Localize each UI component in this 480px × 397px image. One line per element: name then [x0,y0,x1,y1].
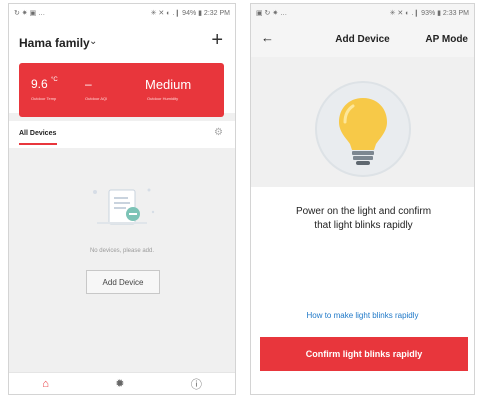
lightbulb-icon [315,81,411,177]
outdoor-humidity-label: Outdoor Humidity [147,96,179,101]
add-device-button[interactable]: Add Device [86,270,160,294]
outdoor-aqi-value: – [85,77,92,91]
help-link[interactable]: How to make light blinks rapidly [251,311,474,320]
instruction-line-1: Power on the light and confirm [295,206,432,217]
gear-icon[interactable]: ⚙ [214,127,223,138]
confirm-blink-button[interactable]: Confirm light blinks rapidly [260,337,468,371]
status-bar: ▣ ↻ ✷ … ✳ ✕ ◐ .❙ 93% ▮ 2:33 PM [251,4,474,21]
instruction-line-2: that light blinks rapidly [314,220,413,231]
home-screen: ↻ ✷ ▣ … ✳ ✕ ◐ .❙ 94% ▮ 2:32 PM Hama fami… [8,3,236,395]
status-right: ✳ ✕ ◐ .❙ 94% ▮ 2:32 PM [150,9,230,17]
status-left: ▣ ↻ ✷ … [256,9,288,17]
status-bar: ↻ ✷ ▣ … ✳ ✕ ◐ .❙ 94% ▮ 2:32 PM [9,4,235,21]
status-left: ↻ ✷ ▣ … [14,9,46,17]
add-icon[interactable]: + [211,29,223,52]
chevron-down-icon[interactable]: ⌄ [89,36,97,47]
family-title[interactable]: Hama family [19,36,90,50]
outdoor-humidity-value: Medium [145,77,192,92]
tab-all-devices[interactable]: All Devices [19,130,56,137]
outdoor-temp-value: 9.6 °C [31,77,58,91]
sun-icon[interactable]: ✹ [115,377,124,390]
weather-card: 9.6 °C Outdoor Temp – Outdoor AQI Medium… [19,63,224,117]
device-tabs: All Devices ⚙ [9,121,235,148]
outdoor-aqi-label: Outdoor AQI [85,96,108,101]
empty-devices-illustration-icon [93,188,155,225]
bulb-illustration-area [251,57,474,187]
top-nav: ← Add Device AP Mode [251,21,474,57]
bottom-nav: ⌂ ✹ ⓘ [9,372,235,394]
ap-mode-link[interactable]: AP Mode [425,34,468,45]
status-right: ✳ ✕ ◐ .❙ 93% ▮ 2:33 PM [389,9,469,17]
add-device-screen: ▣ ↻ ✷ … ✳ ✕ ◐ .❙ 93% ▮ 2:33 PM ← Add Dev… [250,3,475,395]
instruction-text: Power on the light and confirm that ligh… [261,205,466,233]
outdoor-temp-label: Outdoor Temp [31,96,57,101]
tab-active-indicator [19,143,57,145]
profile-icon[interactable]: ⓘ [191,376,202,392]
home-header: Hama family ⌄ + 9.6 °C Outdoor Temp – Ou… [9,21,235,117]
home-icon[interactable]: ⌂ [42,378,49,390]
empty-state-text: No devices, please add. [89,248,155,254]
